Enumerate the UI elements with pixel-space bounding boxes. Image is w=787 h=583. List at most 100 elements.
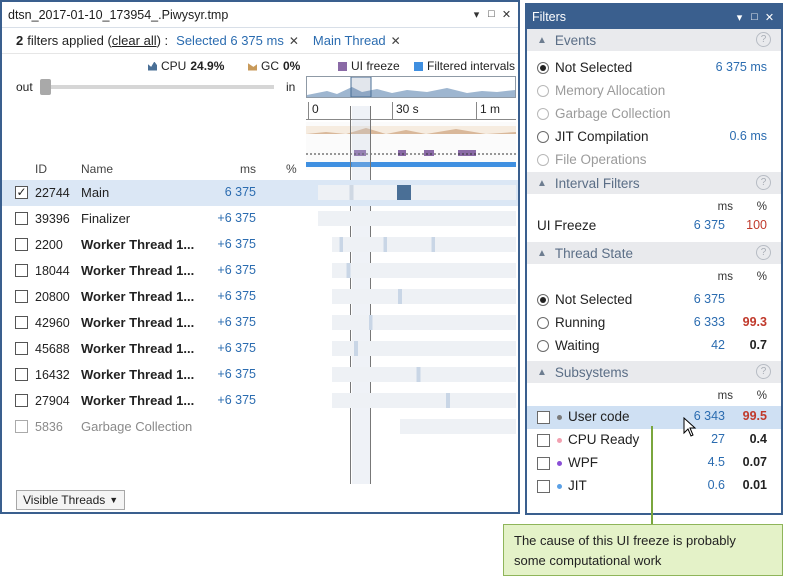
filter-option[interactable]: Not Selected 6 375 ms <box>527 57 781 80</box>
dropdown-icon[interactable]: ▾ <box>469 8 484 21</box>
subsystem-row-jit[interactable]: JIT 0.6 0.01 <box>527 475 781 498</box>
col-ms-header[interactable]: ms <box>240 162 256 176</box>
help-icon[interactable]: ? <box>756 175 771 190</box>
subsystem-row-wpf[interactable]: WPF 4.5 0.07 <box>527 452 781 475</box>
thread-activity-lane <box>332 367 516 382</box>
subsystem-checkbox[interactable] <box>537 457 550 470</box>
thread-id: 22744 <box>35 186 70 200</box>
timeline-overview[interactable] <box>306 76 516 98</box>
close-icon[interactable]: ✕ <box>762 11 777 24</box>
option-label: JIT Compilation <box>555 129 649 144</box>
close-icon[interactable]: ✕ <box>499 8 514 21</box>
option-ms: 6 375 <box>693 292 725 306</box>
thread-row[interactable]: 18044 Worker Thread 1... +6 375 <box>2 258 518 284</box>
filter-option[interactable]: Not Selected 6 375 <box>527 289 781 312</box>
subsystem-row-cpu-ready[interactable]: CPU Ready 27 0.4 <box>527 429 781 452</box>
thread-row[interactable]: 16432 Worker Thread 1... +6 375 <box>2 362 518 388</box>
visible-threads-dropdown[interactable]: Visible Threads ▼ <box>16 490 126 510</box>
clear-all-link[interactable]: clear all <box>112 33 157 48</box>
thread-checkbox[interactable] <box>15 316 28 329</box>
thread-checkbox[interactable]: ✓ <box>15 186 28 199</box>
thread-ms: +6 375 <box>217 289 256 303</box>
thread-ms: +6 375 <box>217 367 256 381</box>
thread-checkbox[interactable] <box>15 394 28 407</box>
filter-chip-selected-time[interactable]: Selected 6 375 ms <box>176 33 284 48</box>
remove-filter-icon[interactable]: ✕ <box>391 34 401 48</box>
zoom-control: out in <box>16 78 306 96</box>
thread-state-section-header[interactable]: ▲ Thread State ? <box>527 242 781 264</box>
col-name-header[interactable]: Name <box>81 162 113 176</box>
thread-list: ✓ 22744 Main 6 375 39396 Finalizer +6 37… <box>2 180 518 440</box>
thread-row[interactable]: 39396 Finalizer +6 375 <box>2 206 518 232</box>
thread-checkbox[interactable] <box>15 212 28 225</box>
filters-title: Filters <box>532 10 567 24</box>
zoom-slider-thumb[interactable] <box>40 79 51 95</box>
thread-row[interactable]: 2200 Worker Thread 1... +6 375 <box>2 232 518 258</box>
subsystem-checkbox[interactable] <box>537 480 550 493</box>
filtered-intervals-swatch-icon <box>414 61 423 71</box>
events-section-header[interactable]: ▲ Events ? <box>527 29 781 51</box>
thread-name: Worker Thread 1... <box>81 289 195 304</box>
subsystem-color-dot <box>557 461 562 466</box>
option-label: Waiting <box>555 338 600 353</box>
option-pct: 0.7 <box>749 338 767 352</box>
help-icon[interactable]: ? <box>756 245 771 260</box>
zoom-slider-track[interactable] <box>40 85 274 89</box>
thread-checkbox[interactable] <box>15 264 28 277</box>
thread-checkbox[interactable] <box>15 238 28 251</box>
thread-checkbox[interactable] <box>15 342 28 355</box>
subsystem-checkbox[interactable] <box>537 411 550 424</box>
remove-filter-icon[interactable]: ✕ <box>289 34 299 48</box>
interval-filters-section-header[interactable]: ▲ Interval Filters ? <box>527 172 781 194</box>
dropdown-icon[interactable]: ▾ <box>732 11 747 24</box>
gc-chart-icon <box>248 63 257 71</box>
help-icon[interactable]: ? <box>756 364 771 379</box>
option-ms: 42 <box>711 338 725 352</box>
col-ms: ms <box>717 201 733 213</box>
subsystem-row-user-code[interactable]: User code 6 343 99.5 <box>527 406 781 429</box>
option-label: Memory Allocation <box>555 83 666 98</box>
option-ms: 4.5 <box>707 455 725 469</box>
thread-checkbox[interactable] <box>15 420 28 433</box>
maximize-icon[interactable]: □ <box>747 11 762 24</box>
thread-checkbox[interactable] <box>15 368 28 381</box>
thread-row[interactable]: 42960 Worker Thread 1... +6 375 <box>2 310 518 336</box>
thread-row[interactable]: 27904 Worker Thread 1... +6 375 <box>2 388 518 414</box>
option-label: File Operations <box>555 152 647 167</box>
radio-button[interactable] <box>537 340 549 352</box>
col-id-header[interactable]: ID <box>35 162 47 176</box>
ui-freeze-legend: UI freeze <box>338 59 400 73</box>
maximize-icon[interactable]: □ <box>484 8 499 21</box>
filter-option[interactable]: Waiting 42 0.7 <box>527 335 781 358</box>
radio-button[interactable] <box>537 62 549 74</box>
radio-button[interactable] <box>537 131 549 143</box>
ruler-tick: 1 m <box>476 102 500 120</box>
thread-row[interactable]: ✓ 22744 Main 6 375 <box>2 180 518 206</box>
thread-row[interactable]: 45688 Worker Thread 1... +6 375 <box>2 336 518 362</box>
help-icon[interactable]: ? <box>756 32 771 47</box>
thread-row[interactable]: 20800 Worker Thread 1... +6 375 <box>2 284 518 310</box>
interval-filter-row[interactable]: UI Freeze 6 375 100 <box>527 215 781 238</box>
thread-activity-lane <box>400 419 516 434</box>
thread-name: Finalizer <box>81 211 131 226</box>
radio-button[interactable] <box>537 294 549 306</box>
filter-chip-main-thread[interactable]: Main Thread <box>313 33 386 48</box>
thread-row[interactable]: 5836 Garbage Collection <box>2 414 518 440</box>
thread-checkbox[interactable] <box>15 290 28 303</box>
filter-option[interactable]: JIT Compilation 0.6 ms <box>527 126 781 149</box>
thread-name: Worker Thread 1... <box>81 263 195 278</box>
col-pct-header[interactable]: % <box>286 162 297 176</box>
thread-ms: +6 375 <box>217 237 256 251</box>
subsystems-section-header[interactable]: ▲ Subsystems ? <box>527 361 781 383</box>
option-label: JIT <box>568 478 587 493</box>
col-ms: ms <box>717 390 733 402</box>
option-label: CPU Ready <box>568 432 640 447</box>
visible-threads-label: Visible Threads <box>23 493 106 507</box>
subsystem-checkbox[interactable] <box>537 434 550 447</box>
radio-button[interactable] <box>537 317 549 329</box>
thread-name: Worker Thread 1... <box>81 341 195 356</box>
thread-name: Worker Thread 1... <box>81 393 195 408</box>
thread-ms: +6 375 <box>217 315 256 329</box>
window-title-bar: dtsn_2017-01-10_173954_.Piwysyr.tmp ▾ □ … <box>2 2 518 28</box>
filter-option[interactable]: Running 6 333 99.3 <box>527 312 781 335</box>
